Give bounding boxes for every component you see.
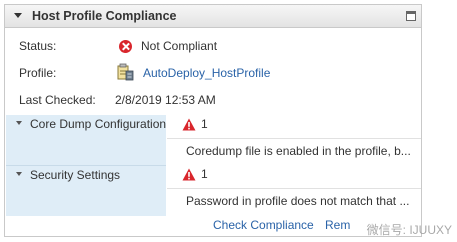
warning-triangle-icon — [182, 168, 196, 181]
host-profile-compliance-panel: Host Profile Compliance Status: Not Comp… — [4, 4, 422, 237]
expand-toggle-icon[interactable] — [16, 172, 22, 176]
check-compliance-link[interactable]: Check Compliance — [213, 218, 314, 232]
profile-label: Profile: — [19, 66, 57, 80]
issue-count: 1 — [201, 167, 208, 181]
divider — [167, 138, 421, 139]
profile-row: Profile: AutoDeploy_HostProfile — [19, 63, 419, 82]
host-profile-icon — [117, 63, 134, 81]
status-row: Status: Not Compliant — [19, 39, 419, 55]
watermark: 微信号: IJUUXY — [366, 223, 452, 237]
section-header[interactable]: Core Dump Configuration — [6, 115, 166, 165]
section-name: Core Dump Configuration — [30, 117, 167, 131]
panel-footer: Check Compliance Rem — [5, 214, 421, 236]
status-value: Not Compliant — [141, 39, 218, 53]
compliance-section-security: Security Settings 1 Password in profile … — [6, 165, 421, 216]
expand-toggle-icon[interactable] — [16, 121, 22, 125]
last-checked-row: Last Checked: 2/8/2019 12:53 AM — [19, 93, 419, 109]
section-header[interactable]: Security Settings — [6, 165, 166, 216]
collapse-toggle-icon[interactable] — [14, 13, 22, 18]
last-checked-value: 2/8/2019 12:53 AM — [115, 93, 216, 107]
maximize-icon[interactable] — [406, 11, 416, 21]
status-label: Status: — [19, 39, 57, 53]
issue-count: 1 — [201, 117, 208, 131]
panel-title: Host Profile Compliance — [32, 9, 177, 23]
issue-detail[interactable]: Password in profile does not match that … — [186, 194, 418, 208]
divider — [167, 188, 421, 189]
section-name: Security Settings — [30, 168, 121, 182]
warning-triangle-icon — [182, 118, 196, 131]
panel-titlebar: Host Profile Compliance — [5, 5, 421, 28]
error-icon — [119, 40, 132, 53]
last-checked-label: Last Checked: — [19, 93, 96, 107]
issue-detail[interactable]: Coredump file is enabled in the profile,… — [186, 144, 418, 158]
compliance-section-core-dump: Core Dump Configuration 1 Coredump file … — [6, 115, 421, 165]
profile-link[interactable]: AutoDeploy_HostProfile — [143, 66, 270, 80]
remediate-link[interactable]: Rem — [325, 218, 350, 232]
